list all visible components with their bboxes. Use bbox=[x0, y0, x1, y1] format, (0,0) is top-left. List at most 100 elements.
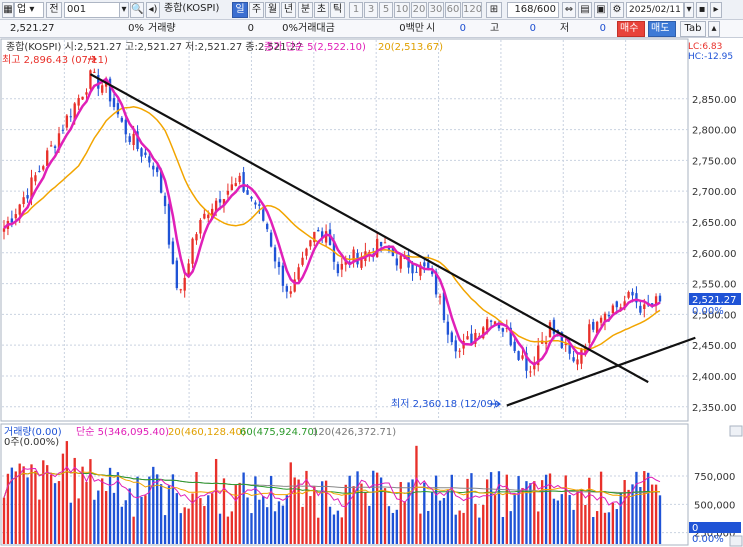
volume-bar bbox=[647, 472, 650, 544]
volume-bar bbox=[191, 493, 194, 544]
market-label: 업 bbox=[17, 4, 27, 15]
current-price-tag-pct: 0.00% bbox=[692, 306, 724, 317]
buy-button[interactable]: 매수 bbox=[617, 21, 645, 37]
volume-scroll-up[interactable] bbox=[729, 425, 743, 437]
volume-bar bbox=[395, 509, 398, 544]
tab-tick[interactable]: 틱 bbox=[330, 2, 345, 18]
candle-body bbox=[399, 255, 402, 269]
tab-interval-10[interactable]: 10 bbox=[394, 2, 410, 18]
candle-body bbox=[203, 213, 206, 219]
tab-interval-3[interactable]: 3 bbox=[364, 2, 378, 18]
date-input[interactable]: 2025/02/11 bbox=[626, 2, 684, 18]
chart-type-icon[interactable]: ⊞ bbox=[486, 2, 502, 18]
speaker-icon[interactable]: ◂) bbox=[146, 2, 160, 18]
candle-body bbox=[250, 196, 253, 199]
scroll-both-icon[interactable]: ⇔ bbox=[562, 2, 576, 18]
volume-bar bbox=[493, 494, 497, 544]
settings-icon[interactable]: ⚙ bbox=[610, 2, 624, 18]
tab-interval-20[interactable]: 20 bbox=[411, 2, 427, 18]
tab-interval-5[interactable]: 5 bbox=[379, 2, 393, 18]
volume-bar bbox=[599, 471, 603, 544]
tab-interval-120[interactable]: 120 bbox=[462, 2, 482, 18]
tab-interval-60[interactable]: 60 bbox=[445, 2, 461, 18]
search-icon[interactable]: 🔍 bbox=[130, 2, 144, 18]
candle-body bbox=[376, 238, 379, 258]
tab-second[interactable]: 초 bbox=[314, 2, 329, 18]
volume-bar bbox=[214, 458, 218, 544]
candle-body bbox=[144, 152, 147, 155]
save-icon[interactable]: ▣ bbox=[594, 2, 608, 18]
volume-bar bbox=[254, 476, 257, 544]
volume-bar bbox=[108, 467, 112, 544]
volume-bar bbox=[635, 471, 638, 544]
volume-bar bbox=[615, 509, 618, 544]
volume-bar bbox=[120, 506, 124, 544]
candle-body bbox=[450, 332, 453, 343]
volume-bar bbox=[116, 472, 120, 544]
menu-button[interactable]: Tab bbox=[680, 21, 706, 37]
candle-body bbox=[49, 145, 53, 147]
volume-label: 거래량 bbox=[148, 23, 176, 34]
calendar-icon[interactable]: ▾ bbox=[684, 2, 694, 18]
tab-interval-30[interactable]: 30 bbox=[428, 2, 444, 18]
candle-body bbox=[195, 234, 198, 241]
tab-year[interactable]: 년 bbox=[281, 2, 296, 18]
more-icon[interactable]: ▸ bbox=[710, 2, 722, 18]
volume-bar bbox=[387, 506, 391, 544]
count-input[interactable]: 168/600 bbox=[507, 2, 559, 18]
volume-bar bbox=[242, 472, 245, 544]
volume-bar bbox=[619, 492, 622, 544]
candle-body bbox=[77, 98, 80, 106]
volume-bar bbox=[592, 517, 595, 544]
hc-label: HC:-12.95 bbox=[688, 52, 733, 62]
candle-body bbox=[285, 286, 288, 292]
high-label: 고 bbox=[490, 23, 500, 34]
volume-bar bbox=[262, 496, 265, 544]
candle-body bbox=[658, 295, 662, 302]
market-icon[interactable]: ▦ bbox=[2, 2, 14, 18]
tab-interval-1[interactable]: 1 bbox=[349, 2, 363, 18]
volume-bar bbox=[230, 511, 234, 544]
candle-body bbox=[22, 197, 25, 205]
volume-bar bbox=[517, 476, 520, 544]
candle-body bbox=[132, 133, 135, 145]
volume-bar bbox=[85, 481, 88, 544]
jeon-button[interactable]: 전 bbox=[46, 2, 62, 18]
candle-body bbox=[497, 324, 501, 329]
price-legend-ma5: 종가 단순 5(2,522.10) bbox=[264, 41, 366, 53]
code-dropdown-icon[interactable]: ▾ bbox=[119, 2, 129, 18]
lock-icon[interactable]: ▪ bbox=[696, 2, 708, 18]
count-total: /600 bbox=[533, 4, 556, 15]
change-percent-2: 0% bbox=[282, 23, 298, 34]
candle-body bbox=[301, 257, 304, 265]
code-input[interactable]: 001 bbox=[64, 2, 120, 18]
bookmark-icon[interactable]: ▤ bbox=[578, 2, 592, 18]
volume-bar bbox=[470, 473, 473, 544]
volume-bar bbox=[101, 478, 104, 544]
volume-bar bbox=[163, 515, 167, 544]
tab-minute[interactable]: 분 bbox=[298, 2, 313, 18]
low-value: 0 bbox=[599, 23, 606, 34]
volume-bar bbox=[427, 510, 430, 544]
price-volume-chart[interactable]: 2,850.00 2,800.00 2,750.00 2,700.00 2,650.00… bbox=[0, 38, 743, 547]
volume-bar bbox=[238, 482, 241, 544]
scroll-up-icon[interactable]: ▴ bbox=[708, 21, 720, 37]
volume-bar bbox=[269, 476, 273, 544]
volume-scroll-down[interactable] bbox=[729, 535, 743, 547]
volume-bar bbox=[631, 484, 634, 544]
sell-button[interactable]: 매도 bbox=[648, 21, 676, 37]
volume-bar bbox=[623, 480, 626, 544]
volume-bar bbox=[639, 486, 642, 544]
volume-bar bbox=[69, 502, 72, 544]
candle-body bbox=[305, 248, 308, 256]
market-select[interactable]: 업 ▾ bbox=[14, 2, 44, 18]
volume-bar bbox=[305, 470, 308, 544]
tab-month[interactable]: 월 bbox=[265, 2, 280, 18]
volume-bar bbox=[211, 493, 214, 544]
candle-body bbox=[627, 291, 630, 298]
tab-day[interactable]: 일 bbox=[232, 2, 248, 18]
volume-bar bbox=[356, 471, 359, 544]
volume-bar bbox=[372, 470, 375, 544]
volume-bar bbox=[611, 503, 615, 544]
tab-week[interactable]: 주 bbox=[249, 2, 264, 18]
